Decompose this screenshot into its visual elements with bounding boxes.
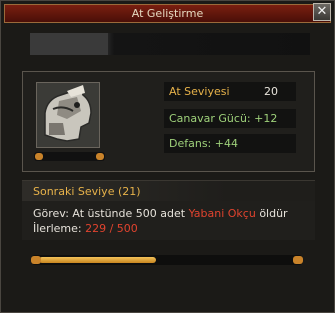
next-level-header: Sonraki Seviye (21) — [33, 185, 141, 198]
armored-horse-icon — [37, 83, 99, 147]
task-target: Yabani Okçu — [188, 207, 256, 220]
horse-mini-bar — [34, 152, 105, 161]
horse-name-bar — [30, 33, 310, 55]
task-line: Görev: At üstünde 500 adet Yabani Okçu ö… — [33, 207, 288, 220]
progress-label: İlerleme: — [33, 222, 82, 235]
task-suffix: öldür — [259, 207, 288, 220]
defense-row: Defans: +44 — [164, 134, 296, 153]
horse-level-value: 20 — [264, 85, 278, 98]
defense-text: Defans: +44 — [169, 137, 238, 150]
progress-line: İlerleme: 229 / 500 — [33, 222, 138, 235]
progress-cap-left — [31, 256, 41, 264]
window-title: At Geliştirme — [131, 7, 204, 20]
bar-cap-left — [35, 153, 43, 160]
monster-power-row: Canavar Gücü: +12 — [164, 109, 296, 128]
bar-cap-right — [96, 153, 104, 160]
progress-bar-fill — [39, 257, 156, 263]
progress-text: 229 / 500 — [85, 222, 138, 235]
horse-level-label: At Seviyesi — [169, 85, 230, 98]
close-button[interactable]: ✕ — [313, 3, 331, 21]
next-level-panel: Sonraki Seviye (21) Görev: At üstünde 50… — [22, 180, 315, 240]
progress-bar — [31, 255, 303, 265]
title-bar[interactable]: At Geliştirme — [4, 4, 331, 23]
horse-level-row: At Seviyesi 20 — [164, 82, 296, 101]
progress-cap-right — [293, 256, 303, 264]
close-icon: ✕ — [316, 4, 328, 19]
task-prefix: Görev: At üstünde 500 adet — [33, 207, 186, 220]
monster-power-text: Canavar Gücü: +12 — [169, 112, 278, 125]
horse-upgrade-window: At Geliştirme ✕ At Seviyesi 20 Canavar G… — [0, 0, 335, 313]
blurred-name — [30, 33, 108, 55]
horse-slot[interactable] — [36, 82, 100, 148]
